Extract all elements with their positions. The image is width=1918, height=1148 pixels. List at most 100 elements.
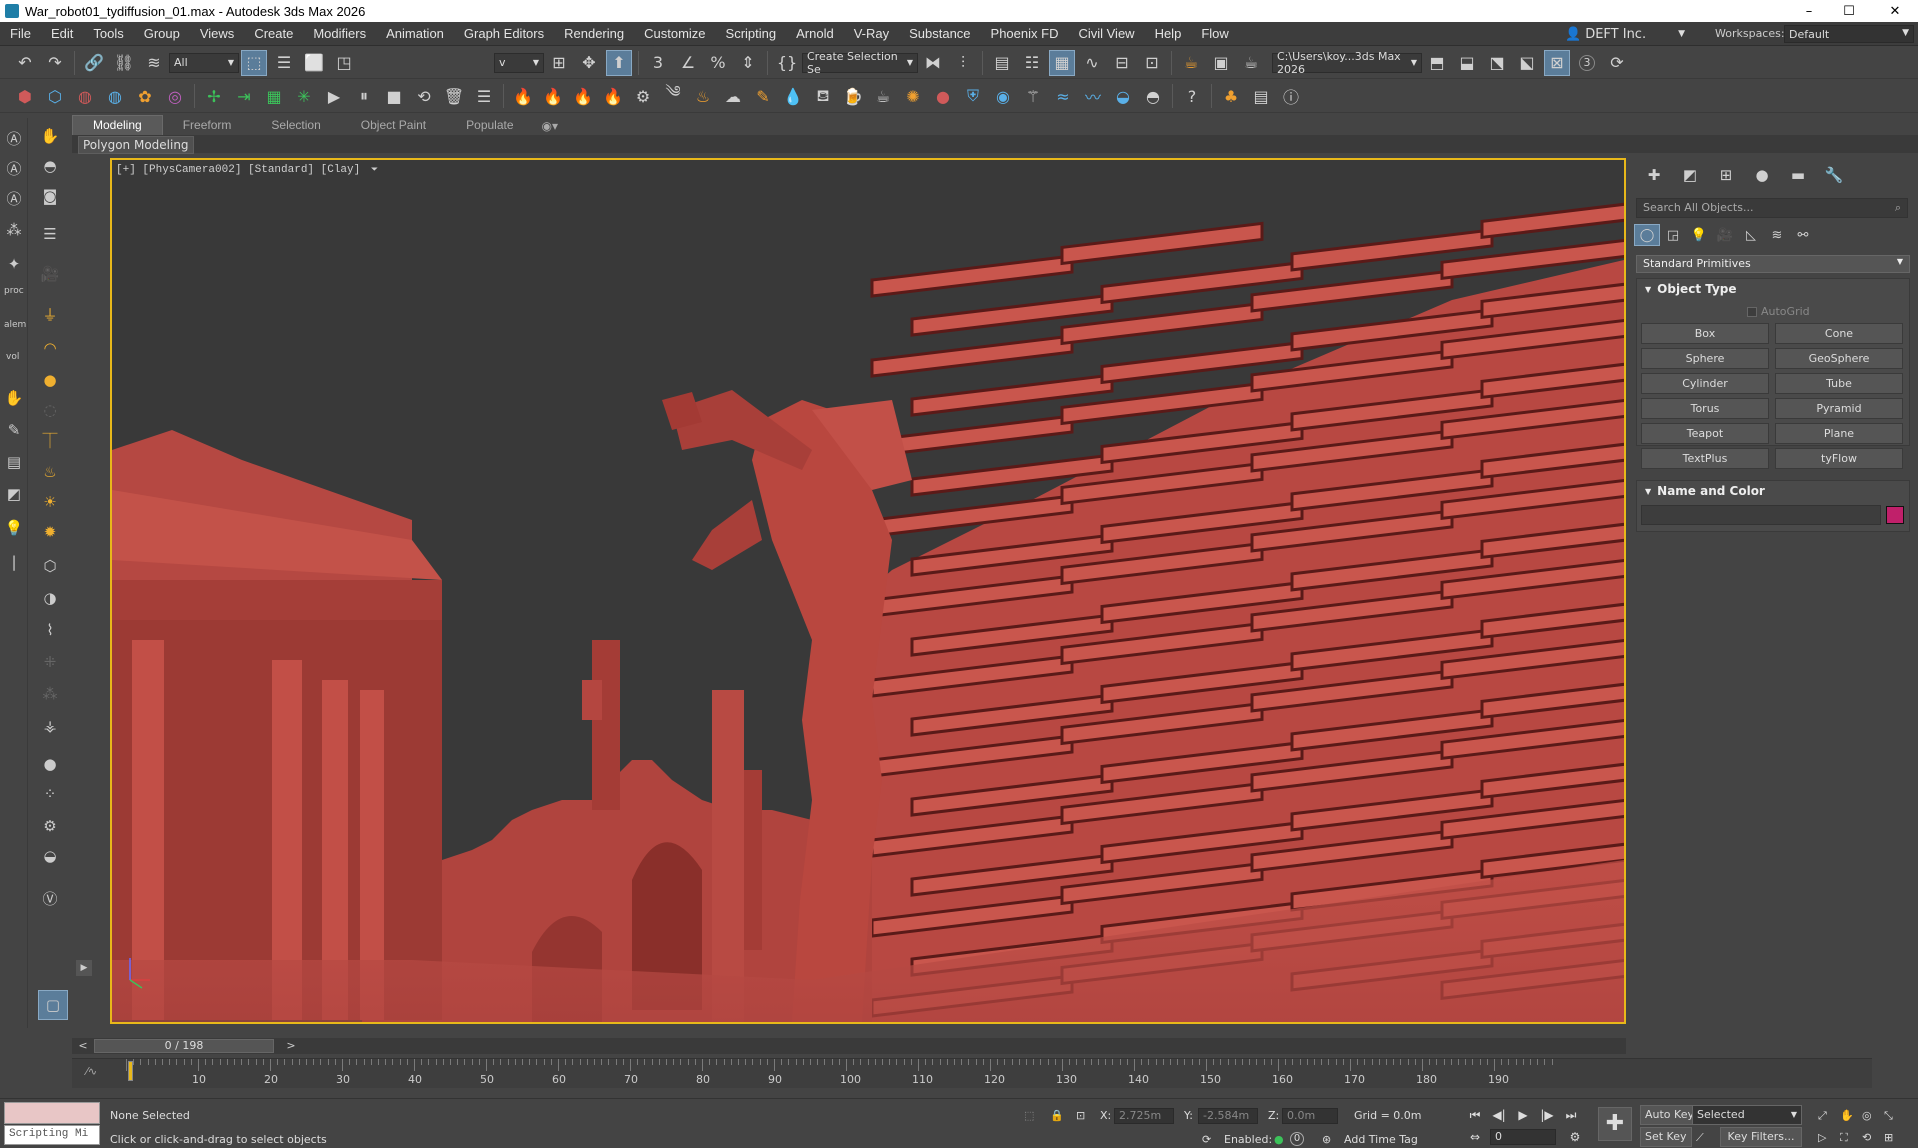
motion-tab-icon[interactable]: ● <box>1748 163 1776 187</box>
burst-icon[interactable]: ✳ <box>291 83 317 109</box>
schematic-view-icon[interactable]: ⊟ <box>1109 50 1135 76</box>
fire-4-icon[interactable]: 🔥 <box>600 83 626 109</box>
goto-start-icon[interactable]: ⏮ <box>1466 1107 1484 1123</box>
select-object-icon[interactable]: ⬚ <box>241 49 267 76</box>
rendered-frame-window-icon[interactable]: ▣ <box>1208 50 1234 76</box>
ball-icon[interactable]: ● <box>38 752 62 776</box>
scene-explorer-icon[interactable]: ▤ <box>989 50 1015 76</box>
ribbon-options-icon[interactable]: ◉▾ <box>534 117 567 135</box>
autogrid-checkbox[interactable]: AutoGrid <box>1747 305 1810 318</box>
spinner-snap-icon[interactable]: ⇕ <box>735 50 761 76</box>
helpers-icon[interactable]: ◺ <box>1738 224 1764 246</box>
list-icon[interactable]: ☰ <box>471 83 497 109</box>
filter-funnel-icon[interactable]: ⏷ <box>371 165 378 175</box>
layers-icon[interactable]: ◩ <box>2 482 26 506</box>
selection-filter-dropdown[interactable]: All ▼ <box>169 52 239 73</box>
group-icon[interactable]: ⁘ <box>38 782 62 806</box>
search-objects-field[interactable]: Search All Objects... ⌕ <box>1636 198 1908 218</box>
smoke-icon[interactable]: ☁ <box>720 83 746 109</box>
key-mode-icon[interactable]: ⇔ <box>1466 1129 1484 1145</box>
expand-arrow-icon[interactable]: ▶ <box>76 960 92 976</box>
lock-icon[interactable]: 🔒 <box>1050 1109 1064 1122</box>
open-project-icon[interactable]: ⬒ <box>1424 50 1450 76</box>
cube-icon[interactable]: ⬢ <box>12 83 38 109</box>
polygon-modeling-panel[interactable]: Polygon Modeling <box>78 136 194 154</box>
flow-icon[interactable]: ✢ <box>201 83 227 109</box>
sphere-button[interactable]: Sphere <box>1641 348 1769 369</box>
box-button[interactable]: Box <box>1641 323 1769 344</box>
enabled-dot-icon[interactable]: ● <box>1274 1133 1284 1146</box>
render-production-icon[interactable]: ☕ <box>1238 50 1264 76</box>
box-toggle-icon[interactable]: ◙ <box>38 184 62 208</box>
fire-icon[interactable]: 🔥 <box>510 83 536 109</box>
vortex-icon[interactable]: ◉ <box>990 83 1016 109</box>
material-editor-icon[interactable]: ⊡ <box>1139 50 1165 76</box>
curve-toggle-icon[interactable]: ⁄∿ <box>86 1065 97 1078</box>
fire-2-icon[interactable]: 🔥 <box>540 83 566 109</box>
time-tag-icon[interactable]: ⊛ <box>1322 1133 1331 1146</box>
time-config-icon[interactable]: ⚙ <box>1566 1129 1584 1145</box>
save-state-icon[interactable]: ⊠ <box>1544 49 1570 76</box>
sphere-toggle-icon[interactable]: ◓ <box>38 154 62 178</box>
menu-views[interactable]: Views <box>190 26 244 41</box>
tab-modeling[interactable]: Modeling <box>72 115 163 135</box>
next-key-icon[interactable]: |▶ <box>1538 1107 1556 1123</box>
menu-graph-editors[interactable]: Graph Editors <box>454 26 554 41</box>
y-coordinate-field[interactable]: -2.584m <box>1198 1108 1258 1124</box>
prev-frame-button[interactable]: < <box>76 1038 90 1054</box>
absolute-mode-icon[interactable]: ⊡ <box>1076 1109 1085 1122</box>
grid-flow-icon[interactable]: ▦ <box>261 83 287 109</box>
tab-selection[interactable]: Selection <box>251 116 340 135</box>
pan-icon[interactable]: ✋ <box>1840 1109 1854 1122</box>
pivot-center-icon[interactable]: ⊞ <box>546 50 572 76</box>
key-tangent-icon[interactable]: ⟋ <box>1696 1131 1704 1145</box>
water-icon[interactable]: 💧 <box>780 83 806 109</box>
add-time-tag[interactable]: Add Time Tag <box>1344 1133 1418 1146</box>
shield-icon[interactable]: ⛨ <box>960 83 986 109</box>
viewport-label-text[interactable]: [+] [PhysCamera002] [Standard] [Clay] <box>116 164 360 176</box>
project-folder-dropdown[interactable]: C:\Users\koy...3ds Max 2026 ▼ <box>1272 50 1422 76</box>
object-type-header[interactable]: ▼ Object Type <box>1637 279 1909 299</box>
torus-button[interactable]: Torus <box>1641 398 1769 419</box>
modify-tab-icon[interactable]: ◩ <box>1676 163 1704 187</box>
ocean-icon[interactable]: ≈ <box>1050 83 1076 109</box>
sim-icon[interactable]: ◎ <box>162 83 188 109</box>
rectangular-selection-icon[interactable]: ⬜ <box>301 50 327 76</box>
menu-edit[interactable]: Edit <box>41 26 83 41</box>
object-color-swatch[interactable] <box>1886 506 1904 524</box>
menu-rendering[interactable]: Rendering <box>554 26 634 41</box>
wind-icon[interactable]: ༄ <box>660 82 686 109</box>
menu-animation[interactable]: Animation <box>376 26 454 41</box>
dot-icon[interactable]: ● <box>930 83 956 109</box>
menu-help[interactable]: Help <box>1145 26 1192 41</box>
link-icon[interactable]: 🔗 <box>81 50 107 76</box>
sun-icon[interactable]: ☀ <box>38 490 62 514</box>
edit-named-selection-icon[interactable]: {} <box>774 50 800 76</box>
drop-icon[interactable]: ◍ <box>102 83 128 109</box>
notes-icon[interactable]: ▤ <box>1248 83 1274 109</box>
roll-icon[interactable]: ⟲ <box>1862 1131 1871 1144</box>
torch-icon[interactable]: ✎ <box>750 83 776 109</box>
time-slider[interactable]: < 0 / 198 > <box>72 1038 1626 1054</box>
menu-group[interactable]: Group <box>134 26 190 41</box>
paint-icon[interactable]: ✋ <box>2 386 26 410</box>
lights-icon[interactable]: 💡 <box>1686 224 1712 246</box>
replay-icon[interactable]: ⟲ <box>411 83 437 109</box>
account-menu[interactable]: 👤 DEFT Inc. ▼ <box>1565 25 1685 43</box>
close-button[interactable]: ✕ <box>1872 0 1918 22</box>
auto-key-button[interactable]: Auto Key <box>1640 1105 1699 1125</box>
alem-label[interactable]: alem <box>4 320 26 330</box>
lamp-icon[interactable]: ⏉ <box>38 428 62 452</box>
help-icon[interactable]: ? <box>1179 83 1205 109</box>
bake-icon[interactable]: ◒ <box>38 844 62 868</box>
render-setup-icon[interactable]: ☕ <box>1178 50 1204 76</box>
menu-customize[interactable]: Customize <box>634 26 715 41</box>
angle-snap-icon[interactable]: ∠ <box>675 50 701 76</box>
globe-icon[interactable]: ◒ <box>1110 83 1136 109</box>
menu-scripting[interactable]: Scripting <box>716 26 787 41</box>
scripting-mini-listener[interactable]: Scripting Mi <box>4 1125 100 1145</box>
walk-icon[interactable]: ⛶ <box>1840 1131 1848 1145</box>
settings-icon[interactable]: ⚙ <box>38 814 62 838</box>
text-tool-2-icon[interactable]: Ⓐ <box>2 156 26 180</box>
menu-arnold[interactable]: Arnold <box>786 26 844 41</box>
